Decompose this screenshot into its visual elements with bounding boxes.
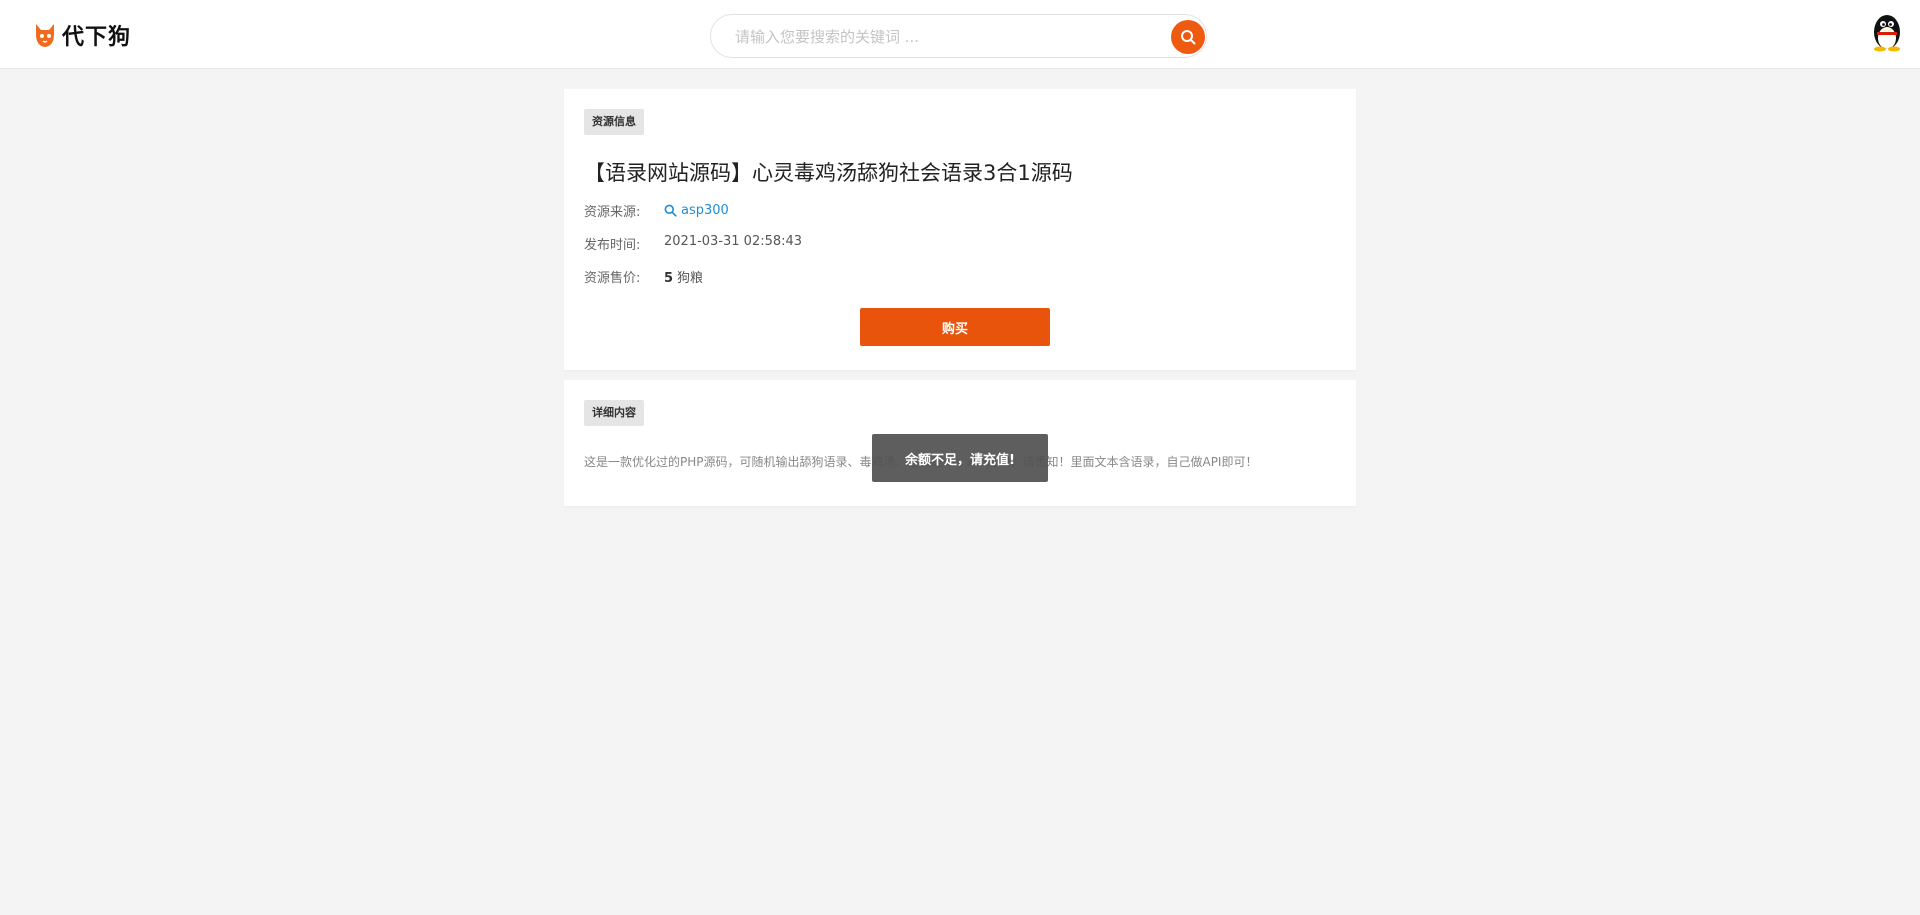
search-button[interactable]	[1171, 20, 1205, 54]
section-tag-resource-info: 资源信息	[584, 109, 644, 135]
meta-row-price: 资源售价: 5 狗粮	[584, 267, 703, 286]
section-tag-detail: 详细内容	[584, 400, 644, 426]
price-label: 资源售价:	[584, 271, 641, 286]
time-value: 2021-03-31 02:58:43	[664, 234, 803, 249]
search-input[interactable]	[735, 25, 1145, 49]
buy-button[interactable]: 购买	[860, 308, 1050, 346]
price-value: 5 狗粮	[664, 267, 703, 286]
resource-title: 【语录网站源码】心灵毒鸡汤舔狗社会语录3合1源码	[584, 161, 1073, 185]
source-link[interactable]: asp300	[664, 201, 729, 220]
source-value: asp300	[681, 203, 729, 218]
source-label: 资源来源:	[584, 205, 641, 220]
logo-text: 代下狗	[62, 25, 132, 50]
toast-message: 余额不足，请充值!	[872, 434, 1048, 482]
fox-logo-icon	[36, 24, 54, 47]
meta-row-source: 资源来源: asp300	[584, 201, 729, 220]
meta-row-time: 发布时间: 2021-03-31 02:58:43	[584, 234, 802, 253]
top-header: 代下狗	[0, 0, 1920, 69]
price-amount: 5	[664, 271, 674, 286]
site-logo[interactable]: 代下狗	[32, 18, 131, 52]
time-label: 发布时间:	[584, 238, 641, 253]
resource-info-card: 资源信息 【语录网站源码】心灵毒鸡汤舔狗社会语录3合1源码 资源来源: asp3…	[564, 89, 1356, 370]
penguin-avatar-icon[interactable]	[1868, 12, 1906, 52]
search-bar	[710, 14, 1207, 58]
search-icon	[1181, 30, 1196, 45]
price-unit: 狗粮	[677, 271, 704, 286]
search-icon	[664, 204, 677, 217]
